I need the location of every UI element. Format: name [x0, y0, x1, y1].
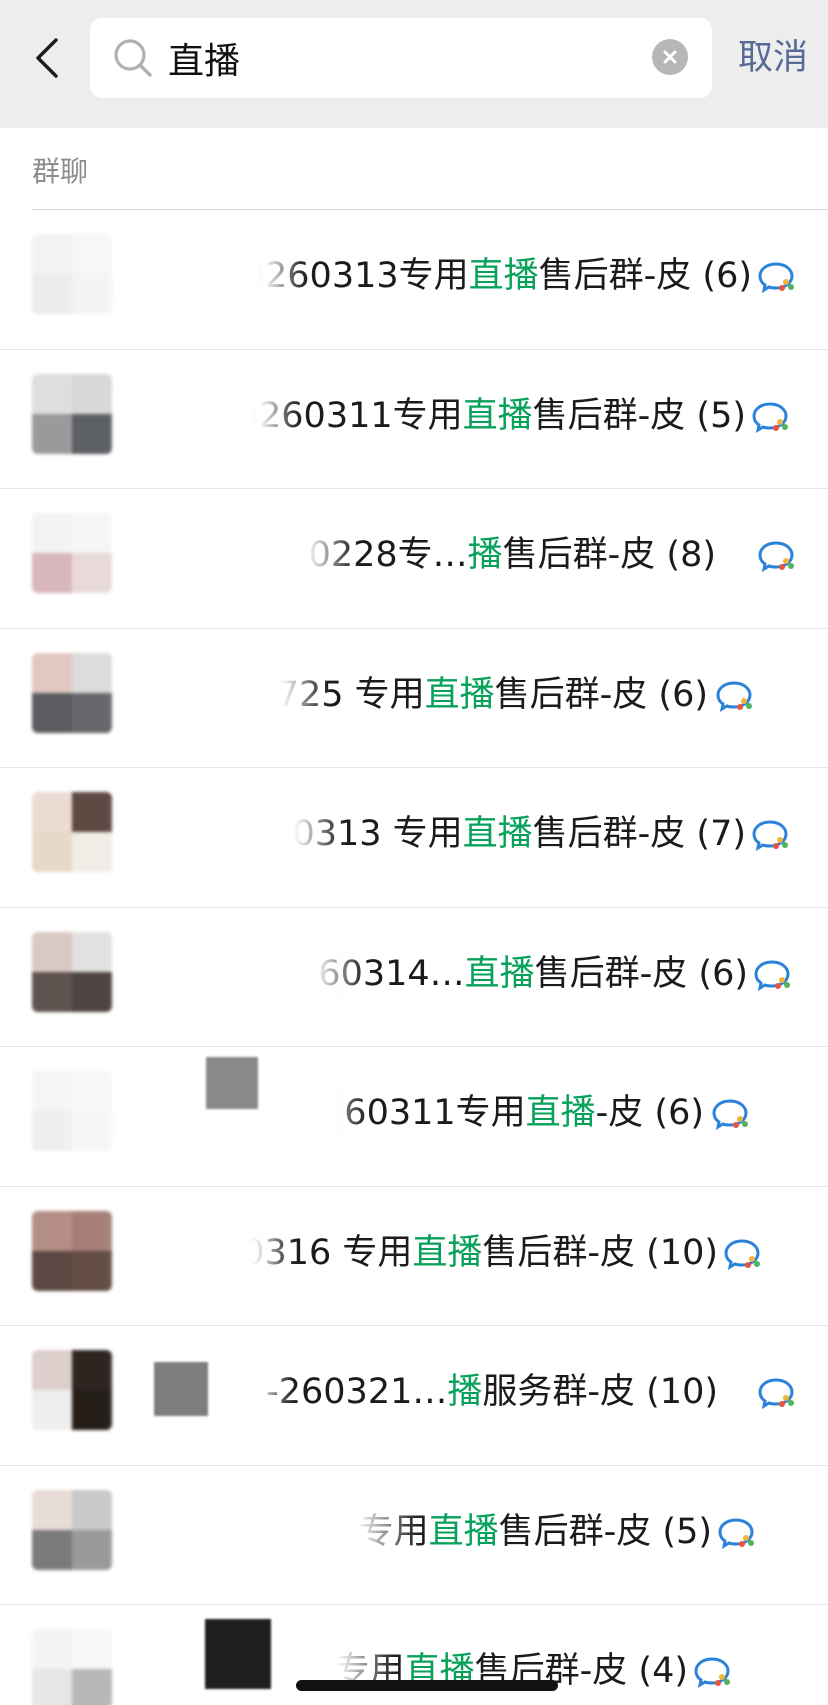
- group-chat-result-row[interactable]: 0316 专用直播售后群-皮 (10): [0, 1187, 828, 1326]
- group-name-suffix: 售后群-皮 (6): [534, 953, 748, 994]
- section-title: 群聊: [32, 155, 89, 188]
- group-name-prefix: -260321…: [266, 1372, 448, 1412]
- chevron-left-icon: [36, 38, 58, 78]
- group-chat-results: 0260313专用直播售后群-皮 (6) 0260311专用直播售后群-皮 (5)…: [0, 210, 828, 1705]
- privacy-blur: [112, 236, 304, 316]
- group-chat-result-row[interactable]: 专用直播售后群-皮 (5): [0, 1466, 828, 1605]
- wecom-chat-icon: [716, 680, 752, 712]
- wecom-chat-icon: [724, 1238, 760, 1270]
- group-avatar: [32, 1629, 112, 1705]
- group-name-suffix: 售后群-皮 (5): [532, 395, 746, 436]
- back-button[interactable]: [22, 30, 72, 86]
- wecom-chat-icon: [712, 1099, 748, 1131]
- group-name-keyword-highlight: 直播: [462, 395, 533, 436]
- group-name-keyword-highlight: 直播: [424, 674, 495, 715]
- group-chat-result-row[interactable]: 0260313专用直播售后群-皮 (6): [0, 210, 828, 350]
- group-name-keyword-highlight: 播: [467, 535, 503, 575]
- privacy-blur: [112, 1491, 418, 1572]
- privacy-blur: [112, 515, 356, 595]
- group-name-keyword-highlight: 直播: [462, 814, 533, 854]
- group-name: 60311专用直播-皮 (6): [344, 1085, 704, 1141]
- search-results-page: 取消 群聊 0260313专用直播售后群-皮 (6) 0260311专用直播售后群…: [0, 0, 828, 1705]
- clear-search-button[interactable]: [652, 39, 688, 75]
- group-name: 0313 专用直播售后群-皮 (7): [292, 806, 746, 862]
- group-name-keyword-highlight: 直播: [428, 1511, 499, 1552]
- group-chat-result-row[interactable]: 0228专…播售后群-皮 (8): [0, 489, 828, 629]
- group-chat-result-row[interactable]: 0313 专用直播售后群-皮 (7): [0, 768, 828, 908]
- group-name: 0260311专用直播售后群-皮 (5): [237, 388, 746, 444]
- group-name: 0260313专用直播售后群-皮 (6): [243, 248, 752, 304]
- wecom-chat-icon: [694, 1657, 730, 1689]
- group-name-keyword-highlight: 直播: [412, 1232, 483, 1273]
- group-name: 725 专用直播售后群-皮 (6): [277, 667, 708, 723]
- group-chat-result-row[interactable]: 0260311专用直播售后群-皮 (5): [0, 350, 828, 489]
- group-chat-result-row[interactable]: 725 专用直播售后群-皮 (6): [0, 629, 828, 768]
- group-name-prefix: 60311专用: [344, 1093, 526, 1133]
- group-avatar: [32, 513, 112, 593]
- group-name-keyword-highlight: 播: [447, 1372, 483, 1412]
- privacy-blur: [112, 654, 326, 735]
- privacy-blur: [112, 794, 342, 874]
- cancel-button[interactable]: 取消: [738, 30, 822, 86]
- wecom-chat-icon: [752, 401, 788, 433]
- group-avatar: [32, 1071, 112, 1151]
- search-icon: [114, 39, 152, 77]
- search-box[interactable]: [90, 18, 712, 98]
- group-name-suffix: 售后群-皮 (6): [494, 674, 708, 715]
- wecom-chat-icon: [758, 1378, 794, 1410]
- group-chat-result-row[interactable]: -260321…播服务群-皮 (10): [0, 1326, 828, 1466]
- group-name: -260321…播服务群-皮 (10): [266, 1364, 718, 1420]
- privacy-blur: [112, 375, 298, 456]
- wecom-chat-icon: [718, 1517, 754, 1549]
- group-chat-result-row[interactable]: 60314…直播售后群-皮 (6): [0, 908, 828, 1047]
- group-name-suffix: 售后群-皮 (8): [502, 535, 716, 575]
- group-avatar: [32, 373, 112, 454]
- group-avatar: [32, 1210, 112, 1291]
- group-name-suffix: 售后群-皮 (7): [532, 814, 746, 854]
- wecom-chat-icon: [758, 541, 794, 573]
- group-name: 0316 专用直播售后群-皮 (10): [242, 1225, 718, 1281]
- group-chat-result-row[interactable]: 60311专用直播-皮 (6): [0, 1047, 828, 1187]
- group-name-suffix: 售后群-皮 (5): [498, 1511, 712, 1552]
- privacy-blur: [112, 1212, 292, 1293]
- clear-icon: [663, 50, 677, 64]
- group-name: 0228专…播售后群-皮 (8): [309, 527, 716, 583]
- wecom-chat-icon: [752, 820, 788, 852]
- group-name-keyword-highlight: 直播: [464, 953, 535, 994]
- group-avatar: [32, 652, 112, 733]
- privacy-blur: [112, 933, 366, 1014]
- search-input[interactable]: [168, 28, 628, 88]
- group-name-suffix: 服务群-皮 (10): [482, 1372, 718, 1412]
- group-name-suffix: 售后群-皮 (10): [482, 1232, 718, 1273]
- group-name: 60314…直播售后群-皮 (6): [318, 946, 748, 1002]
- group-name-keyword-highlight: 直播: [525, 1093, 596, 1133]
- group-name-suffix: 售后群-皮 (6): [538, 256, 752, 296]
- wecom-chat-icon: [754, 959, 790, 991]
- group-avatar: [32, 931, 112, 1012]
- home-indicator: [296, 1680, 558, 1691]
- group-name-suffix: -皮 (6): [595, 1093, 704, 1133]
- redaction-block: [154, 1362, 208, 1416]
- group-avatar: [32, 792, 112, 872]
- group-name-keyword-highlight: 直播: [468, 256, 539, 296]
- redaction-block: [206, 1057, 258, 1109]
- group-avatar: [32, 1350, 112, 1430]
- search-header: 取消: [0, 0, 828, 128]
- group-avatar: [32, 1489, 112, 1570]
- wecom-chat-icon: [758, 262, 794, 294]
- redaction-block: [205, 1619, 271, 1689]
- group-avatar: [32, 234, 112, 314]
